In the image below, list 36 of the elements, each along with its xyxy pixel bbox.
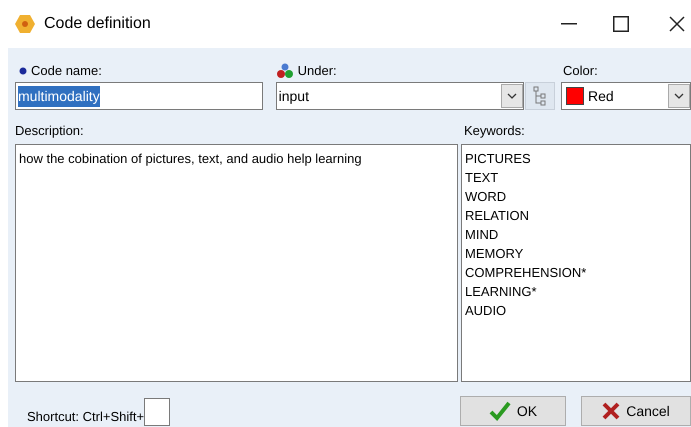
color-label: Color:	[562, 62, 599, 80]
cubes-icon	[276, 63, 294, 79]
close-icon[interactable]	[669, 16, 685, 32]
under-dropdown[interactable]: input	[276, 82, 524, 110]
keyword-item[interactable]: MEMORY	[465, 244, 687, 263]
color-dropdown[interactable]: Red	[561, 82, 691, 110]
keyword-item[interactable]: RELATION	[465, 206, 687, 225]
keywords-label: Keywords:	[463, 122, 526, 140]
app-icon	[14, 13, 36, 35]
keywords-list[interactable]: PICTURES TEXT WORD RELATION MIND MEMORY COMPREHENSION* LEARNING* AUDIO	[461, 144, 691, 382]
tree-button[interactable]	[525, 82, 556, 110]
keyword-item[interactable]: TEXT	[465, 168, 687, 187]
keyword-item[interactable]: PICTURES	[465, 149, 687, 168]
chevron-down-icon	[506, 93, 517, 99]
tree-icon	[533, 86, 548, 106]
under-label: Under:	[298, 62, 337, 80]
maximize-icon[interactable]	[613, 16, 629, 32]
description-label: Description:	[15, 122, 85, 140]
keyword-item[interactable]: LEARNING*	[465, 282, 687, 301]
check-icon	[488, 401, 511, 421]
cross-icon	[602, 402, 620, 420]
keyword-item[interactable]: WORD	[465, 187, 687, 206]
cancel-button[interactable]: Cancel	[581, 396, 691, 426]
keyword-item[interactable]: AUDIO	[465, 301, 687, 320]
bullet-icon	[19, 67, 27, 75]
code-name-field[interactable]: multimodality	[15, 82, 263, 110]
chevron-down-icon	[674, 93, 684, 99]
code-name-label: Code name:	[31, 62, 102, 80]
shortcut-field[interactable]	[144, 398, 170, 426]
keyword-item[interactable]: MIND	[465, 225, 687, 244]
keyword-item[interactable]: COMPREHENSION*	[465, 263, 687, 282]
minimize-icon[interactable]	[561, 23, 577, 25]
window-title: Code definition	[44, 14, 151, 34]
ok-button[interactable]: OK	[460, 396, 566, 426]
shortcut-label: Shortcut: Ctrl+Shift+	[27, 408, 144, 426]
description-field[interactable]: how the cobination of pictures, text, and audio help learning	[15, 144, 458, 382]
